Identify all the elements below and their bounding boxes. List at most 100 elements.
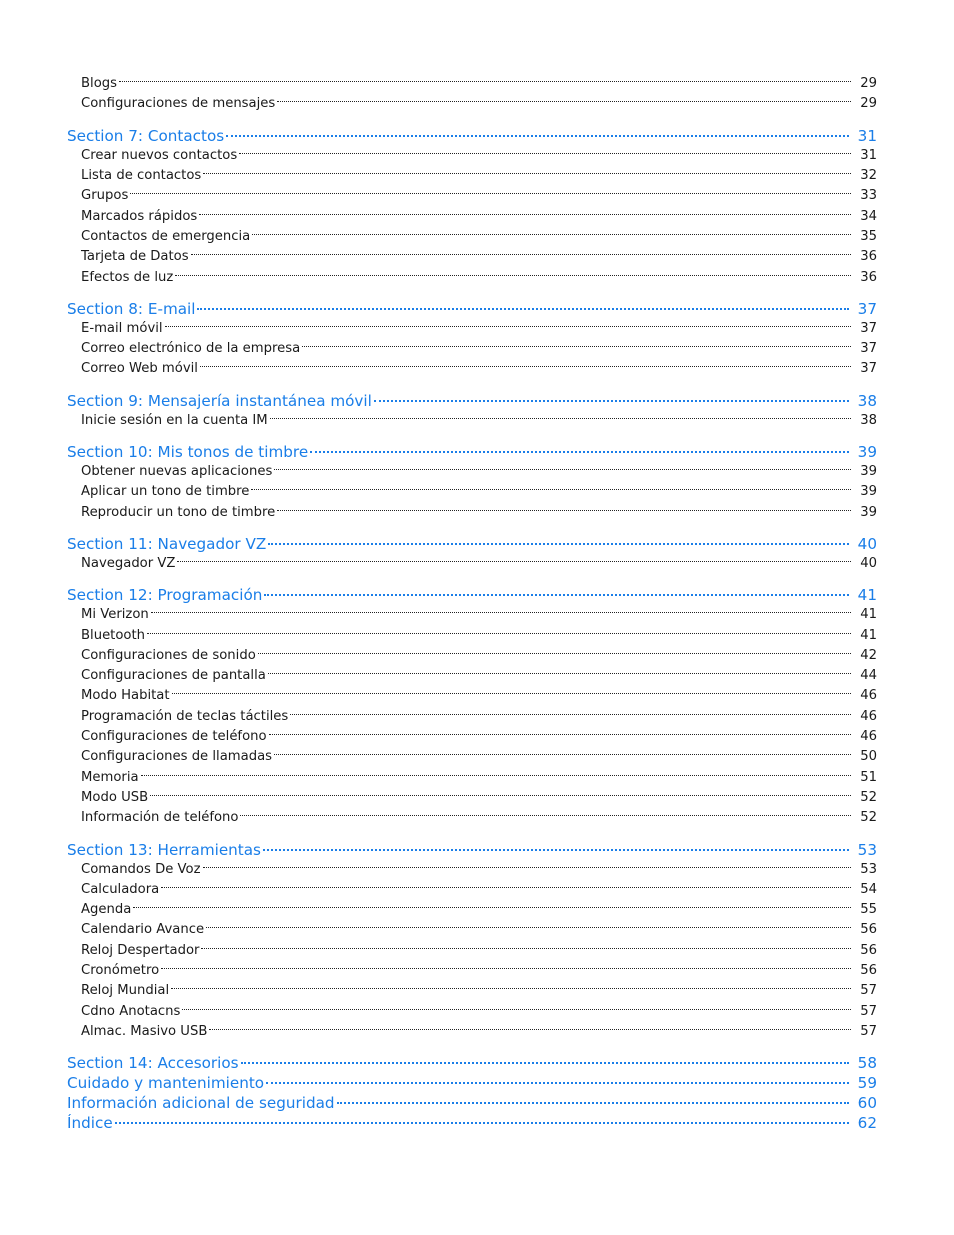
toc-entry[interactable]: Calendario Avance 56 (67, 920, 877, 940)
page-number: 39 (860, 464, 877, 480)
toc-section-heading[interactable]: Section 9: Mensajería instantánea móvil 3… (67, 391, 877, 411)
page-number: 31 (857, 126, 877, 145)
toc-entry[interactable]: Grupos 33 (67, 186, 877, 206)
toc-section-heading[interactable]: Información adicional de seguridad 60 (67, 1093, 877, 1113)
toc-entry-label: Información adicional de seguridad (67, 1094, 335, 1113)
toc-entry[interactable]: Calculadora 54 (67, 880, 877, 900)
toc-entry-label: Section 14: Accesorios (67, 1054, 239, 1073)
toc-section: Section 8: E-mail 37 E-mail móvil 37 Correo … (67, 299, 877, 380)
dot-leader (239, 146, 851, 159)
dot-leader (147, 625, 851, 638)
toc-entry[interactable]: Configuraciones de sonido 42 (67, 646, 877, 666)
page-number: 57 (860, 983, 877, 999)
toc-section-heading[interactable]: Section 7: Contactos 31 (67, 126, 877, 146)
toc-entry[interactable]: Correo Web móvil 37 (67, 359, 877, 379)
toc-entry-label: Memoria (81, 769, 139, 785)
toc-entry-label: Cdno Anotacns (81, 1003, 181, 1019)
page-number: 35 (860, 228, 877, 244)
dot-leader (171, 686, 851, 699)
toc-entry[interactable]: Mi Verizon 41 (67, 605, 877, 625)
toc-entry[interactable]: Tarjeta de Datos 36 (67, 247, 877, 267)
page-number: 56 (860, 962, 877, 978)
toc-entry[interactable]: Configuraciones de teléfono 46 (67, 727, 877, 747)
toc-entry-label: Calculadora (81, 881, 160, 897)
toc-entry-label: Aplicar un tono de timbre (81, 484, 250, 500)
toc-entry[interactable]: Almac. Masivo USB 57 (67, 1022, 877, 1042)
toc-entry[interactable]: Obtener nuevas aplicaciones 39 (67, 462, 877, 482)
page-number: 42 (860, 647, 877, 663)
dot-leader (175, 267, 851, 280)
toc-entry-label: Índice (67, 1114, 113, 1133)
toc-entry-label: Marcados rápidos (81, 208, 198, 224)
dot-leader (252, 227, 851, 240)
toc-section-heading[interactable]: Section 8: E-mail 37 (67, 299, 877, 319)
toc-entry[interactable]: Efectos de luz 36 (67, 267, 877, 287)
toc-section-heading[interactable]: Section 13: Herramientas 53 (67, 839, 877, 859)
toc-section-heading[interactable]: Section 12: Programación 41 (67, 585, 877, 605)
toc-entry[interactable]: Configuraciones de mensajes 29 (67, 94, 877, 114)
toc-entry[interactable]: Reloj Mundial 57 (67, 981, 877, 1001)
toc-entry[interactable]: Modo USB 52 (67, 788, 877, 808)
toc-entry-label: E-mail móvil (81, 320, 163, 336)
toc-entry[interactable]: Información de teléfono 52 (67, 808, 877, 828)
toc-entry[interactable]: Modo Habitat 46 (67, 686, 877, 706)
page-number: 46 (860, 708, 877, 724)
page-number: 59 (857, 1074, 877, 1093)
toc-entry-label: Section 9: Mensajería instantánea móvil (67, 391, 372, 410)
toc-entry[interactable]: Lista de contactos 32 (67, 166, 877, 186)
page-number: 51 (860, 769, 877, 785)
page-number: 41 (857, 586, 877, 605)
toc-section-heading[interactable]: Section 11: Navegador VZ 40 (67, 534, 877, 554)
toc-entry[interactable]: Reloj Despertador 56 (67, 941, 877, 961)
dot-leader (171, 981, 851, 994)
dot-leader (161, 880, 851, 893)
page-number: 41 (860, 627, 877, 643)
dot-leader (209, 1022, 851, 1035)
dot-leader (251, 482, 851, 495)
page-number: 46 (860, 688, 877, 704)
page-number: 54 (860, 881, 877, 897)
page-number: 37 (860, 320, 877, 336)
toc-entry[interactable]: Configuraciones de pantalla 44 (67, 666, 877, 686)
dot-leader (199, 359, 851, 372)
page-number: 39 (857, 443, 877, 462)
toc-entry-label: Reloj Mundial (81, 983, 170, 999)
toc-entry[interactable]: E-mail móvil 37 (67, 319, 877, 339)
toc-entry[interactable]: Contactos de emergencia 35 (67, 227, 877, 247)
toc-section-heading[interactable]: Section 10: Mis tonos de timbre 39 (67, 442, 877, 462)
page-number: 36 (860, 249, 877, 265)
toc-section-heading[interactable]: Section 14: Accesorios 58 (67, 1053, 877, 1073)
toc-entry[interactable]: Cdno Anotacns 57 (67, 1001, 877, 1021)
toc-entry-label: Información de teléfono (81, 810, 239, 826)
dot-leader (164, 319, 851, 332)
page-number: 40 (860, 555, 877, 571)
toc-entry-label: Tarjeta de Datos (81, 249, 189, 265)
toc-entry[interactable]: Aplicar un tono de timbre 39 (67, 482, 877, 502)
toc-entry[interactable]: Programación de teclas táctiles 46 (67, 707, 877, 727)
toc-entry[interactable]: Blogs 29 (67, 74, 877, 94)
toc-entry[interactable]: Correo electrónico de la empresa 37 (67, 339, 877, 359)
toc-entry[interactable]: Bluetooth 41 (67, 625, 877, 645)
toc-entry[interactable]: Navegador VZ 40 (67, 554, 877, 574)
toc-entry[interactable]: Reproducir un tono de timbre 39 (67, 502, 877, 522)
toc-entry-label: Agenda (81, 902, 132, 918)
toc-entry[interactable]: Comandos De Voz 53 (67, 859, 877, 879)
toc-section-heading[interactable]: Índice 62 (67, 1113, 877, 1133)
toc-entry[interactable]: Cronómetro 56 (67, 961, 877, 981)
toc-entry[interactable]: Agenda 55 (67, 900, 877, 920)
dot-leader (268, 727, 851, 740)
dot-leader (199, 206, 851, 219)
toc-entry[interactable]: Memoria 51 (67, 767, 877, 787)
toc-entry[interactable]: Crear nuevos contactos 31 (67, 146, 877, 166)
toc-entry[interactable]: Configuraciones de llamadas 50 (67, 747, 877, 767)
toc-entry-label: Section 7: Contactos (67, 126, 225, 145)
dot-leader (203, 166, 851, 179)
page-number: 34 (860, 208, 877, 224)
page-number: 40 (857, 534, 877, 553)
toc-section-heading[interactable]: Cuidado y mantenimiento 59 (67, 1073, 877, 1093)
toc-entry[interactable]: Inicie sesión en la cuenta IM 38 (67, 411, 877, 431)
toc-entry[interactable]: Marcados rápidos 34 (67, 206, 877, 226)
